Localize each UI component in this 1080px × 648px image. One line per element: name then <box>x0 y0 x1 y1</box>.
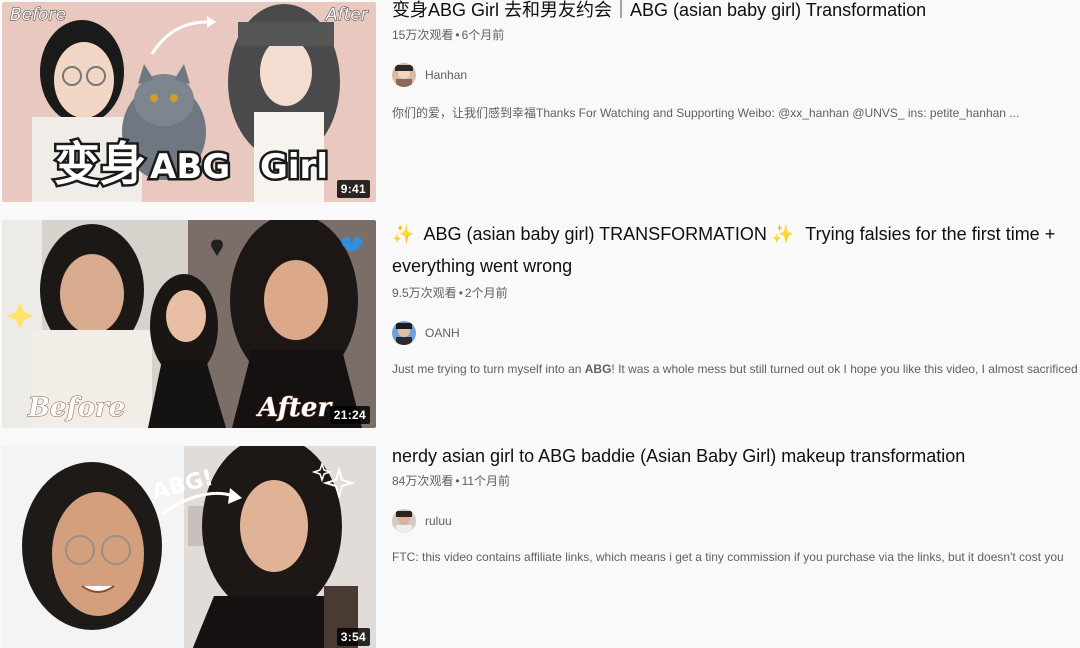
video-meta: 9.5万次观看 • 2个月前 <box>392 284 1080 302</box>
video-description: FTC: this video contains affiliate links… <box>392 550 1064 564</box>
video-title[interactable]: ✨ ABG (asian baby girl) TRANSFORMATION ✨… <box>392 218 1080 282</box>
channel-avatar[interactable] <box>392 63 416 87</box>
thumbnail-image: 变身 ABG Girl Before After <box>2 2 376 202</box>
upload-age: 11个月前 <box>461 474 511 488</box>
video-info: nerdy asian girl to ABG baddie (Asian Ba… <box>392 446 1080 564</box>
sparkle-icon: ✨ <box>771 224 795 244</box>
thumbnail-image: ABG! <box>2 446 376 648</box>
video-description: Just me trying to turn myself into an AB… <box>392 362 1080 376</box>
description-text: Just me trying to turn myself into an <box>392 362 585 376</box>
thumbnail-image: Before After <box>2 220 376 428</box>
thumb-before-label: Before <box>27 393 125 423</box>
view-count: 84万次观看 <box>392 474 454 488</box>
meta-separator: • <box>458 286 463 300</box>
meta-separator: • <box>455 474 460 488</box>
video-description: 你们的爱，让我们感到幸福Thanks For Watching and Supp… <box>392 106 1020 120</box>
thumb-caption-abg: ABG <box>150 147 230 187</box>
description-highlight: ABG <box>584 362 612 376</box>
meta-separator: • <box>455 28 460 42</box>
video-info: ✨ ABG (asian baby girl) TRANSFORMATION ✨… <box>392 218 1080 376</box>
channel-name[interactable]: ruluu <box>425 514 452 528</box>
video-thumbnail[interactable]: Before After 21:24 <box>2 220 376 428</box>
view-count: 15万次观看 <box>392 28 454 42</box>
channel-name[interactable]: Hanhan <box>425 68 467 82</box>
upload-age: 2个月前 <box>464 286 508 300</box>
video-title[interactable]: nerdy asian girl to ABG baddie (Asian Ba… <box>392 440 1080 472</box>
sparkle-icon: ✨ <box>392 224 415 244</box>
video-title[interactable]: 变身ABG Girl 去和男友约会｜ABG (asian baby girl) … <box>392 0 1080 26</box>
channel-avatar[interactable] <box>392 321 416 345</box>
thumb-caption-cn: 变身 <box>54 137 146 191</box>
video-result[interactable]: Before After 21:24 ✨ ABG (asian baby gir… <box>0 218 1080 428</box>
thumb-before-label: Before <box>10 5 66 25</box>
video-info: 变身ABG Girl 去和男友约会｜ABG (asian baby girl) … <box>392 0 1080 121</box>
description-text: ! It was a whole mess but still turned o… <box>611 362 1078 376</box>
channel-link[interactable]: OANH <box>392 321 1080 345</box>
duration-badge: 21:24 <box>329 406 370 424</box>
duration-badge: 3:54 <box>336 628 370 646</box>
video-result[interactable]: ABG! 3:54 nerdy asian girl to ABG baddie… <box>0 444 1080 648</box>
video-result[interactable]: 变身 ABG Girl Before After 9:41 变身ABG Girl… <box>0 0 1080 210</box>
video-meta: 84万次观看 • 11个月前 <box>392 472 1080 490</box>
search-results-list: 变身 ABG Girl Before After 9:41 变身ABG Girl… <box>0 0 1080 648</box>
thumb-after-label: After <box>325 5 369 25</box>
thumb-caption-girl: Girl <box>260 147 328 187</box>
video-thumbnail[interactable]: ABG! 3:54 <box>2 446 376 648</box>
channel-link[interactable]: Hanhan <box>392 63 1080 87</box>
video-meta: 15万次观看 • 6个月前 <box>392 26 1080 44</box>
channel-avatar[interactable] <box>392 509 416 533</box>
channel-name[interactable]: OANH <box>425 326 460 340</box>
thumb-after-label: After <box>255 393 333 423</box>
duration-badge: 9:41 <box>336 180 370 198</box>
video-thumbnail[interactable]: 变身 ABG Girl Before After 9:41 <box>2 2 376 202</box>
view-count: 9.5万次观看 <box>392 286 457 300</box>
upload-age: 6个月前 <box>461 28 505 42</box>
channel-link[interactable]: ruluu <box>392 509 1080 533</box>
title-main: ABG (asian baby girl) TRANSFORMATION <box>423 224 767 244</box>
